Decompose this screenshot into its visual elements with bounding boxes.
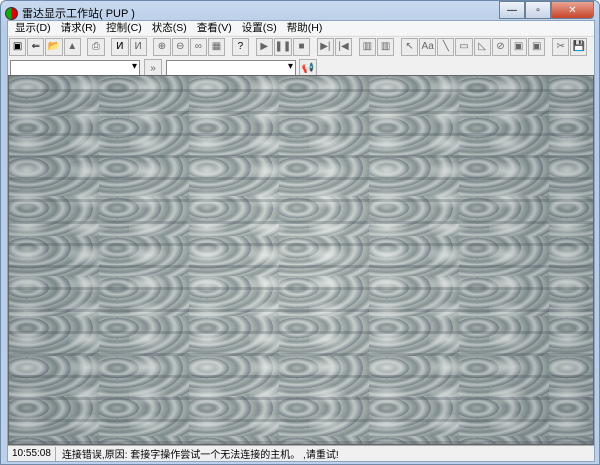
pointer-icon[interactable]: ↖	[400, 37, 419, 56]
polygon-icon[interactable]: ◺	[473, 37, 491, 56]
table-icon[interactable]: ▥	[358, 37, 376, 56]
close-button[interactable]: ✕	[551, 1, 594, 19]
window-title: 雷达显示工作站( PUP )	[22, 8, 135, 20]
line-chart-icon[interactable]: Ͷ	[111, 37, 129, 56]
play-icon[interactable]: ▶	[255, 37, 273, 56]
status-bar: 10:55:08 连接错误,原因: 套接字操作尝试一个无法连接的主机。 ,请重试…	[8, 445, 594, 461]
line-icon[interactable]: ╲	[437, 37, 455, 56]
fill-icon[interactable]: ▣	[510, 37, 528, 56]
line-chart-disabled-icon[interactable]: Ͷ	[129, 37, 147, 56]
menu-bar: 显示(D) 请求(R) 控制(C) 状态(S) 查看(V) 设置(S) 帮助(H)	[8, 21, 594, 35]
menu-item[interactable]: 查看(V)	[192, 21, 237, 35]
menu-item[interactable]: 控制(C)	[101, 21, 147, 35]
zoom-out-icon[interactable]: ⊖	[171, 37, 189, 56]
alarm-icon[interactable]: ▲	[63, 37, 81, 56]
circle-icon[interactable]: ⊘	[491, 37, 509, 56]
radar-display-canvas[interactable]	[8, 75, 594, 445]
menu-item[interactable]: 请求(R)	[56, 21, 102, 35]
open-folder-icon[interactable]: 📂	[45, 37, 63, 56]
minimize-button[interactable]: —	[499, 1, 525, 19]
toolbar: ▣ ⇐ 📂 ▲ ⎙ Ͷ Ͷ ⊕ ⊖ ∞ ▦? ▶ ❚❚ ■ ▶| |◀ ▥ ▥ ↖ Aa ╲ ▭ ◺ ⊘ ▣ ▣ ✂ 💾	[8, 36, 594, 56]
display-icon[interactable]: ▣	[9, 37, 27, 56]
help-icon[interactable]: ?	[231, 37, 249, 56]
save-icon[interactable]: 💾	[570, 37, 588, 56]
step-forward-icon[interactable]: ▶|	[316, 37, 334, 56]
rectangle-icon[interactable]: ▭	[455, 37, 473, 56]
status-message: 连接错误,原因: 套接字操作尝试一个无法连接的主机。 ,请重试!	[61, 450, 339, 461]
menu-item[interactable]: 设置(S)	[237, 21, 282, 35]
import-icon[interactable]: ⇐	[27, 37, 45, 56]
zoom-in-icon[interactable]: ⊕	[153, 37, 171, 56]
text-icon[interactable]: Aa	[419, 37, 437, 56]
menu-item[interactable]: 显示(D)	[10, 21, 56, 35]
app-logo-icon	[5, 6, 18, 20]
product-combo[interactable]	[10, 60, 140, 76]
menu-item[interactable]: 状态(S)	[147, 21, 192, 35]
app-window: 雷达显示工作站( PUP ) — ▫ ✕ 显示(D) 请求(R) 控制(C) 状态(S…	[0, 0, 600, 465]
station-combo[interactable]	[166, 60, 296, 76]
link-icon[interactable]: ∞	[189, 37, 207, 56]
print-icon[interactable]: ⎙	[87, 37, 105, 56]
step-back-icon[interactable]: |◀	[334, 37, 353, 56]
maximize-button[interactable]: ▫	[525, 1, 551, 19]
fill-alt-icon[interactable]: ▣	[528, 37, 546, 56]
table-alt-icon[interactable]: ▥	[377, 37, 395, 56]
cut-icon[interactable]: ✂	[552, 37, 570, 56]
menu-item[interactable]: 帮助(H)	[282, 21, 328, 35]
grid-icon[interactable]: ▦	[207, 37, 226, 56]
pause-icon[interactable]: ❚❚	[273, 37, 292, 56]
stop-icon[interactable]: ■	[292, 37, 311, 56]
status-time: 10:55:08	[8, 446, 56, 461]
